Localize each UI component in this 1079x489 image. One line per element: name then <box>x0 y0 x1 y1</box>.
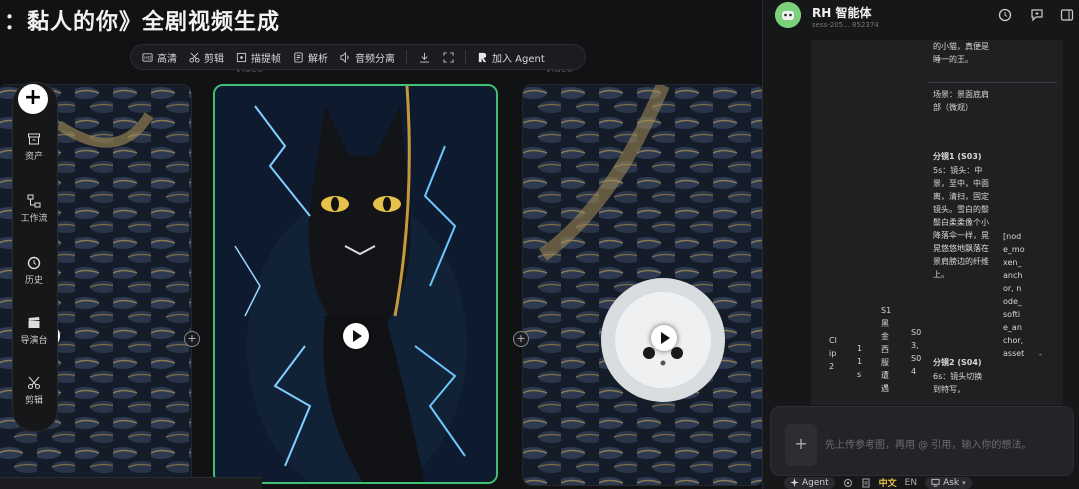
play-button[interactable] <box>343 323 369 349</box>
table-cell: 的小猫，真便是睡一的王。 <box>933 42 989 64</box>
rail-item-history[interactable]: 历史 <box>12 256 56 286</box>
table-cell: 11s <box>857 344 863 379</box>
scissors-icon <box>28 376 40 389</box>
rail-item-label: 剪辑 <box>24 396 43 406</box>
settings-icon[interactable] <box>843 478 853 488</box>
rail-item-edit[interactable]: 剪辑 <box>12 376 56 406</box>
ask-mode-label: Ask <box>943 477 960 488</box>
download-icon <box>419 52 429 63</box>
rail-item-label: 历史 <box>24 276 43 286</box>
rail-item-assets[interactable]: 资产 <box>12 132 56 162</box>
table-cell: S1 黑金西服遭遇 <box>881 306 892 393</box>
agent-mode-button[interactable]: Agent <box>784 476 835 489</box>
table-cell: 场景：景面底肩部（微观） <box>933 90 989 112</box>
analyze-label: 解析 <box>308 53 328 65</box>
bottom-toolbar <box>0 477 262 489</box>
video-card-right[interactable] <box>522 84 762 486</box>
audio-separate-label: 音频分离 <box>355 53 395 65</box>
sparkle-icon <box>790 478 799 487</box>
analyze-button[interactable]: 解析 <box>288 47 333 67</box>
add-node-button[interactable]: + <box>184 331 200 347</box>
input-footer: Agent 中文 EN Ask ▾ <box>784 476 972 489</box>
table-cell: 分镜1 (S03) <box>933 152 982 161</box>
audio-separate-button[interactable]: 音频分离 <box>335 47 400 67</box>
analyze-icon <box>294 51 303 63</box>
table-cell: 5s：镜头：中景，至中，中面离，清扫，固定镜头。雪白的鬃鬃白柔柔像个小降落伞一样… <box>933 166 989 279</box>
page-title: ：黏人的你》全剧视频生成 <box>4 10 281 35</box>
divider <box>465 50 466 64</box>
extract-frame-button[interactable]: 描提帧 <box>231 47 286 67</box>
clip-label: 剪辑 <box>204 53 224 65</box>
clip-button[interactable]: 剪辑 <box>184 47 229 67</box>
history-icon[interactable] <box>998 8 1012 22</box>
archive-icon <box>28 133 40 145</box>
table-cell: S03, S04 <box>911 328 922 376</box>
clapper-icon <box>28 317 40 328</box>
table-cell: - <box>1039 350 1042 359</box>
lang-en-option[interactable]: EN <box>905 478 917 488</box>
divider <box>406 50 407 64</box>
chevron-down-icon: ▾ <box>962 478 966 487</box>
upload-reference-button[interactable]: + <box>785 424 817 466</box>
rail-item-label: 资产 <box>24 152 43 162</box>
rail-item-workflow[interactable]: 工作流 <box>12 194 56 224</box>
scissors-icon <box>189 52 200 63</box>
video-thumbnail-white-puff <box>523 85 762 485</box>
canvas-area[interactable]: + + ：黏人的你》全剧视频生成 Video Video HD 高清 剪辑 描提… <box>0 0 762 489</box>
hd-label: 高清 <box>157 53 177 65</box>
lang-zh-option[interactable]: 中文 <box>879 476 897 489</box>
add-to-agent-label: 加入 Agent <box>492 53 545 65</box>
node-toolbar: HD 高清 剪辑 描提帧 解析 音频分离 加入 Agent <box>130 44 586 70</box>
table-cell: 6s：镜头切换到特写， <box>933 372 983 394</box>
table-cell: [node_moxen_anchor, node_softie_anchor, … <box>1003 232 1025 358</box>
panel-layout-icon[interactable] <box>1060 8 1074 22</box>
chat-input-placeholder[interactable]: 先上传参考图，再用 @ 引用，输入你的想法。 <box>825 436 1031 451</box>
svg-text:HD: HD <box>144 55 151 61</box>
table-cell: 分镜2 (S04) <box>933 358 982 367</box>
agent-name: RH 智能体 <box>812 6 872 20</box>
avatar <box>775 2 801 28</box>
monitor-icon <box>931 478 940 487</box>
add-to-agent-button[interactable]: 加入 Agent <box>472 47 550 67</box>
divider <box>927 82 1057 83</box>
fullscreen-button[interactable] <box>437 47 459 67</box>
agent-mode-label: Agent <box>802 477 829 488</box>
ask-mode-select[interactable]: Ask ▾ <box>925 476 972 489</box>
agent-avatar-icon <box>775 2 801 28</box>
rail-item-label: 工作流 <box>20 214 48 224</box>
add-button[interactable]: + <box>18 84 48 114</box>
table-cell: Clip 2 <box>829 336 837 371</box>
frame-icon <box>236 52 247 62</box>
video-card-selected[interactable] <box>213 84 498 484</box>
rail-item-label: 导演台 <box>20 336 48 346</box>
extract-frame-label: 描提帧 <box>251 53 281 65</box>
rail-item-director[interactable]: 导演台 <box>12 316 56 346</box>
download-button[interactable] <box>413 47 435 67</box>
add-node-button[interactable]: + <box>513 331 529 347</box>
video-thumbnail-black-cat <box>215 86 496 482</box>
session-id: sess-205... 852374 <box>812 21 879 29</box>
agent-logo-icon <box>478 52 487 62</box>
hd-icon: HD <box>142 52 153 62</box>
history-icon <box>27 256 41 270</box>
hd-button[interactable]: HD 高清 <box>137 47 182 67</box>
chat-message-area: 的小猫，真便是睡一的王。 场景：景面底肩部（微观） 分镜1 (S03) 5s：镜… <box>811 40 1063 405</box>
new-chat-icon[interactable] <box>1030 8 1044 22</box>
fullscreen-icon <box>442 51 454 63</box>
workflow-icon <box>27 194 41 208</box>
document-icon[interactable] <box>861 478 871 488</box>
play-button[interactable] <box>651 325 677 351</box>
audio-icon <box>340 51 349 63</box>
